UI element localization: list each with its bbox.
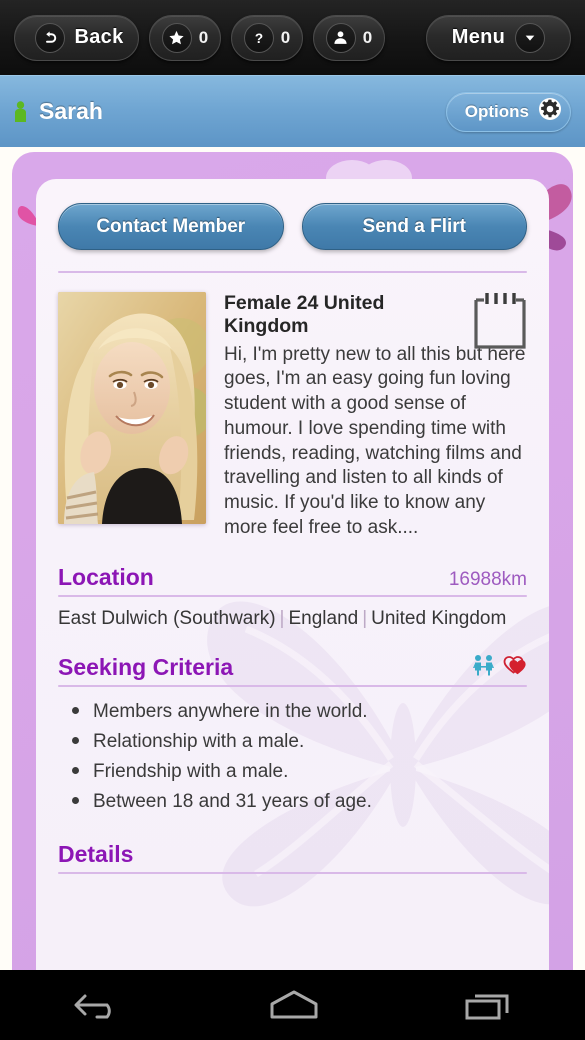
top-toolbar: Back 0 ? 0 0 Menu bbox=[0, 0, 585, 75]
person-online-icon bbox=[14, 100, 27, 123]
menu-button[interactable]: Menu bbox=[426, 14, 571, 61]
location-header: Location 16988km bbox=[58, 564, 527, 591]
section-rule bbox=[58, 872, 527, 875]
help-count: 0 bbox=[280, 27, 291, 47]
profile-panel: Contact Member Send a Flirt Female 24 Un… bbox=[12, 152, 573, 970]
location-separator-1: | bbox=[279, 608, 285, 630]
android-navigation-bar bbox=[0, 970, 585, 1040]
contact-member-label: Contact Member bbox=[96, 215, 246, 237]
profile-bio: Hi, I'm pretty new to all this but here … bbox=[224, 343, 526, 538]
details-title: Details bbox=[58, 841, 134, 868]
criteria-text: Friendship with a male. bbox=[93, 761, 289, 783]
svg-text:?: ? bbox=[255, 30, 263, 45]
seeking-header: Seeking Criteria bbox=[58, 654, 527, 681]
bullet-icon bbox=[72, 707, 79, 715]
options-button[interactable]: Options bbox=[445, 91, 571, 132]
favorites-badge[interactable]: 0 bbox=[149, 14, 221, 61]
profile-card: Contact Member Send a Flirt Female 24 Un… bbox=[36, 179, 549, 970]
list-item: Members anywhere in the world. bbox=[58, 697, 527, 727]
android-back-icon[interactable] bbox=[71, 988, 125, 1022]
criteria-text: Relationship with a male. bbox=[93, 731, 305, 753]
bullet-icon bbox=[72, 767, 79, 775]
couple-icon bbox=[472, 654, 495, 681]
location-separator-2: | bbox=[362, 608, 368, 630]
list-item: Between 18 and 31 years of age. bbox=[58, 787, 527, 817]
action-buttons: Contact Member Send a Flirt bbox=[58, 203, 527, 250]
back-label: Back bbox=[74, 26, 124, 48]
help-badge[interactable]: ? 0 bbox=[231, 14, 303, 61]
contact-member-button[interactable]: Contact Member bbox=[58, 203, 284, 250]
location-line: East Dulwich (Southwark) | England | United … bbox=[58, 597, 527, 630]
profile-summary: Female 24 United Kingdom Hi, I'm pretty … bbox=[58, 273, 527, 540]
favorites-count: 0 bbox=[198, 27, 209, 47]
location-region: England bbox=[288, 608, 359, 630]
user-header-bar: Sarah Options bbox=[0, 75, 585, 147]
criteria-list: Members anywhere in the world. Relations… bbox=[58, 687, 527, 817]
location-title: Location bbox=[58, 564, 154, 591]
visitors-count: 0 bbox=[362, 27, 373, 47]
two-hearts-icon bbox=[503, 654, 527, 681]
back-button[interactable]: Back bbox=[14, 14, 139, 61]
location-city: East Dulwich (Southwark) bbox=[58, 608, 276, 630]
list-item: Friendship with a male. bbox=[58, 757, 527, 787]
star-icon bbox=[161, 22, 192, 53]
details-header: Details bbox=[58, 841, 527, 868]
location-country: United Kingdom bbox=[371, 608, 507, 630]
location-section: Location 16988km East Dulwich (Southwark… bbox=[58, 540, 527, 630]
chevron-down-icon bbox=[515, 22, 546, 53]
member-photo[interactable] bbox=[58, 292, 206, 524]
criteria-text: Between 18 and 31 years of age. bbox=[93, 791, 372, 813]
send-flirt-button[interactable]: Send a Flirt bbox=[301, 203, 527, 250]
undo-arrow-icon bbox=[35, 22, 66, 53]
visitors-badge[interactable]: 0 bbox=[313, 14, 385, 61]
seeking-title: Seeking Criteria bbox=[58, 654, 234, 681]
menu-label: Menu bbox=[451, 26, 506, 48]
question-mark-icon: ? bbox=[243, 22, 274, 53]
bullet-icon bbox=[72, 737, 79, 745]
card-content: Contact Member Send a Flirt Female 24 Un… bbox=[36, 179, 549, 875]
options-label: Options bbox=[464, 101, 529, 121]
details-section: Details bbox=[58, 817, 527, 875]
person-icon bbox=[325, 22, 356, 53]
list-item: Relationship with a male. bbox=[58, 727, 527, 757]
notepad-icon[interactable] bbox=[471, 290, 529, 357]
distance-value: 16988km bbox=[448, 569, 527, 591]
android-recents-icon[interactable] bbox=[463, 988, 515, 1022]
android-home-icon[interactable] bbox=[266, 988, 322, 1022]
app-screen: Back 0 ? 0 0 Menu Sarah Options Contact … bbox=[0, 0, 585, 1040]
seeking-criteria-section: Seeking Criteria Members anywhere in the… bbox=[58, 630, 527, 817]
gear-icon bbox=[538, 97, 562, 126]
profile-text: Female 24 United Kingdom Hi, I'm pretty … bbox=[224, 292, 527, 540]
bullet-icon bbox=[72, 797, 79, 805]
send-flirt-label: Send a Flirt bbox=[362, 215, 466, 237]
criteria-text: Members anywhere in the world. bbox=[93, 701, 368, 723]
page-title: Sarah bbox=[39, 98, 103, 124]
